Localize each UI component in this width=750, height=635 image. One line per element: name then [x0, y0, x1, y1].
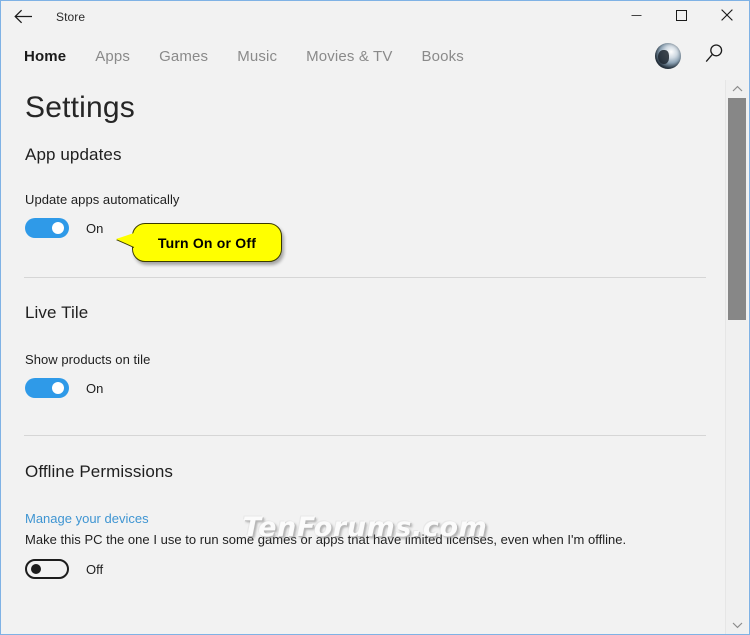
label-show-products-on-tile: Show products on tile — [25, 352, 151, 367]
title-bar: Store — [1, 1, 749, 32]
settings-content: Settings App updates Update apps automat… — [2, 80, 728, 634]
manage-your-devices-link[interactable]: Manage your devices — [2, 511, 149, 526]
toggle-update-apps-automatically[interactable] — [25, 218, 69, 238]
toggle-offline-permissions[interactable] — [25, 559, 69, 579]
scrollbar-thumb[interactable] — [728, 98, 746, 320]
section-divider-1 — [24, 277, 706, 278]
toggle-state-show-products-on-tile: On — [86, 380, 104, 396]
row-update-apps-automatically: On — [2, 218, 728, 238]
toggle-state-update-apps-automatically: On — [86, 220, 104, 236]
vertical-scrollbar[interactable] — [725, 80, 748, 634]
scroll-down-button[interactable] — [726, 616, 748, 634]
minimize-button[interactable] — [614, 1, 659, 32]
scroll-up-button[interactable] — [726, 80, 748, 98]
maximize-button[interactable] — [659, 1, 704, 32]
nav-item-music[interactable]: Music — [237, 48, 277, 65]
annotation-callout: Turn On or Off — [116, 223, 282, 262]
section-heading-offline-permissions: Offline Permissions — [25, 462, 174, 481]
toggle-show-products-on-tile[interactable] — [25, 378, 69, 398]
section-heading-app-updates: App updates — [25, 145, 122, 164]
close-button[interactable] — [704, 1, 749, 32]
primary-navigation: Home Apps Games Music Movies & TV Books — [1, 32, 749, 80]
toggle-knob — [31, 564, 41, 574]
close-icon — [720, 8, 733, 26]
window-controls — [614, 1, 749, 32]
toggle-state-offline-permissions: Off — [86, 561, 104, 577]
chevron-down-icon — [732, 616, 743, 634]
scrollbar-track[interactable] — [726, 98, 748, 616]
nav-item-list: Home Apps Games Music Movies & TV Books — [24, 48, 493, 65]
section-heading-live-tile: Live Tile — [25, 303, 89, 322]
chevron-up-icon — [732, 80, 743, 98]
toggle-knob — [52, 222, 64, 234]
row-show-products-on-tile: On — [2, 378, 728, 398]
toggle-knob — [52, 382, 64, 394]
label-update-apps-automatically: Update apps automatically — [25, 192, 180, 207]
app-title: Store — [56, 9, 86, 24]
callout-tail-icon — [116, 233, 134, 247]
maximize-icon — [676, 8, 687, 26]
user-avatar-icon[interactable] — [655, 43, 681, 69]
back-arrow-icon — [13, 9, 33, 24]
nav-item-apps[interactable]: Apps — [95, 48, 130, 65]
page-title: Settings — [25, 91, 135, 124]
offline-permissions-description: Make this PC the one I use to run some g… — [25, 532, 627, 547]
store-app-window: Store Home Apps Games Music Movies & TV … — [0, 0, 750, 635]
minimize-icon — [631, 8, 642, 26]
annotation-callout-text: Turn On or Off — [157, 234, 257, 251]
nav-item-home[interactable]: Home — [24, 48, 66, 65]
nav-item-books[interactable]: Books — [422, 48, 464, 65]
row-offline-permissions: Off — [2, 559, 728, 579]
search-button[interactable] — [701, 43, 727, 69]
search-icon — [703, 42, 726, 70]
nav-item-movies-and-tv[interactable]: Movies & TV — [306, 48, 392, 65]
back-button[interactable] — [1, 2, 45, 32]
nav-item-games[interactable]: Games — [159, 48, 208, 65]
nav-right-actions — [655, 43, 727, 69]
section-divider-2 — [24, 435, 706, 436]
